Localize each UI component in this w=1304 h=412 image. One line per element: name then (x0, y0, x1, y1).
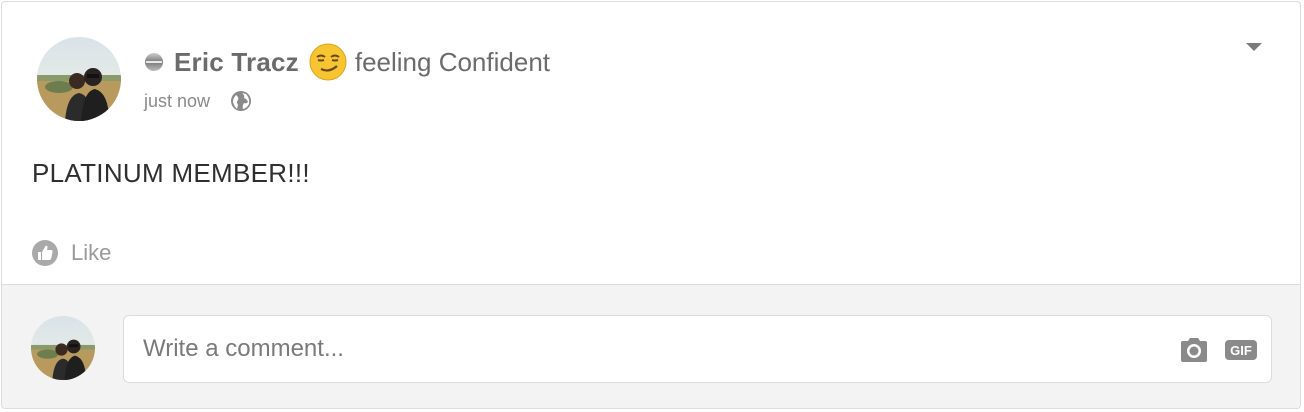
gif-icon[interactable]: GIF (1224, 337, 1258, 363)
like-label: Like (71, 240, 112, 265)
gif-label: GIF (1230, 343, 1252, 358)
post-timestamp[interactable]: just now (144, 91, 210, 112)
avatar-photo (31, 316, 95, 380)
post-meta: just now (144, 88, 252, 114)
author-avatar[interactable] (37, 37, 121, 121)
post-card: Eric Tracz feeling Confident just now PL… (1, 1, 1301, 409)
smirking-face-emoji-icon (309, 43, 347, 81)
camera-icon[interactable] (1178, 336, 1210, 364)
post-body: PLATINUM MEMBER!!! (32, 158, 310, 188)
feeling-text[interactable]: feeling Confident (355, 47, 550, 78)
thumbs-up-icon (31, 239, 59, 267)
globe-icon[interactable] (230, 90, 252, 112)
comment-input[interactable] (124, 316, 1154, 382)
avatar-photo (37, 37, 121, 121)
comment-section: GIF (2, 284, 1300, 408)
post-header: Eric Tracz feeling Confident (144, 43, 550, 81)
like-button[interactable]: Like (31, 238, 111, 268)
online-status-icon (144, 52, 164, 72)
author-name[interactable]: Eric Tracz (174, 47, 299, 78)
comment-box: GIF (123, 315, 1272, 383)
commenter-avatar[interactable] (31, 316, 95, 380)
post-options-chevron-down-icon[interactable] (1242, 40, 1266, 54)
